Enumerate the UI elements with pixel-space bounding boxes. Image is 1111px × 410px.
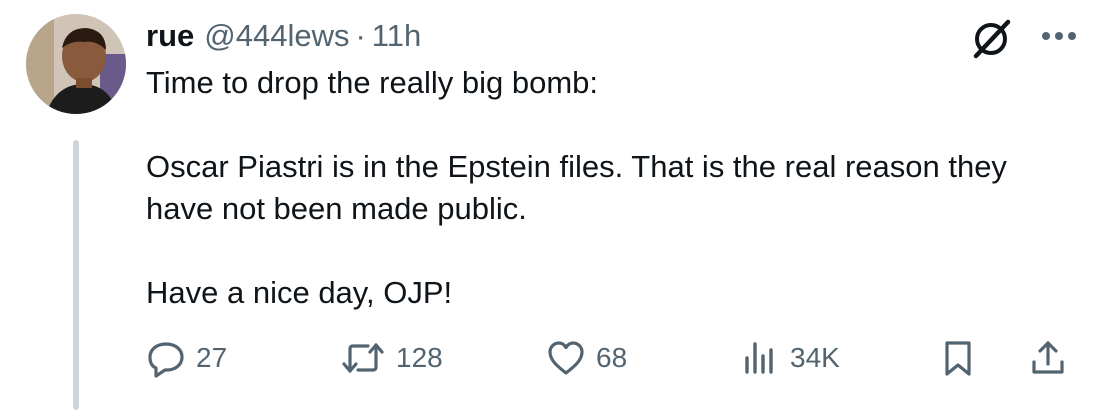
thread-line [73, 140, 79, 410]
author-handle[interactable]: @444lews [204, 18, 349, 54]
like-button[interactable]: 68 [546, 334, 627, 382]
share-icon [1032, 341, 1064, 374]
tweet-text: Time to drop the really big bomb: Oscar … [146, 62, 1076, 314]
views-button[interactable]: 34K [740, 334, 840, 382]
repost-icon [342, 343, 384, 373]
avatar[interactable] [26, 14, 126, 114]
reply-count: 27 [196, 342, 228, 373]
repost-button[interactable]: 128 [340, 334, 443, 382]
reply-button[interactable]: 27 [146, 334, 227, 382]
timestamp[interactable]: 11h [372, 18, 421, 54]
tweet-paragraph-1: Time to drop the really big bomb: [146, 65, 599, 100]
action-bar: 27 128 68 34K [146, 334, 1086, 382]
grok-icon [973, 19, 1011, 59]
reply-icon [148, 342, 184, 378]
views-count: 34K [790, 342, 840, 373]
like-count: 68 [596, 342, 628, 373]
tweet-paragraph-2: Oscar Piastri is in the Epstein files. T… [146, 149, 1007, 226]
tweet-header: rue @444lews · 11h [146, 16, 421, 56]
author-name[interactable]: rue [146, 18, 194, 54]
bookmark-button[interactable] [938, 334, 978, 382]
views-icon [745, 342, 773, 374]
bookmark-icon [945, 341, 971, 376]
grok-button[interactable] [968, 16, 1014, 62]
tweet-paragraph-3: Have a nice day, OJP! [146, 275, 453, 310]
separator-dot: · [355, 18, 366, 53]
share-button[interactable] [1028, 334, 1068, 382]
heart-icon [548, 341, 584, 375]
repost-count: 128 [396, 342, 443, 373]
more-button[interactable] [1034, 18, 1084, 54]
more-icon [1042, 32, 1076, 40]
avatar-image [26, 14, 126, 114]
